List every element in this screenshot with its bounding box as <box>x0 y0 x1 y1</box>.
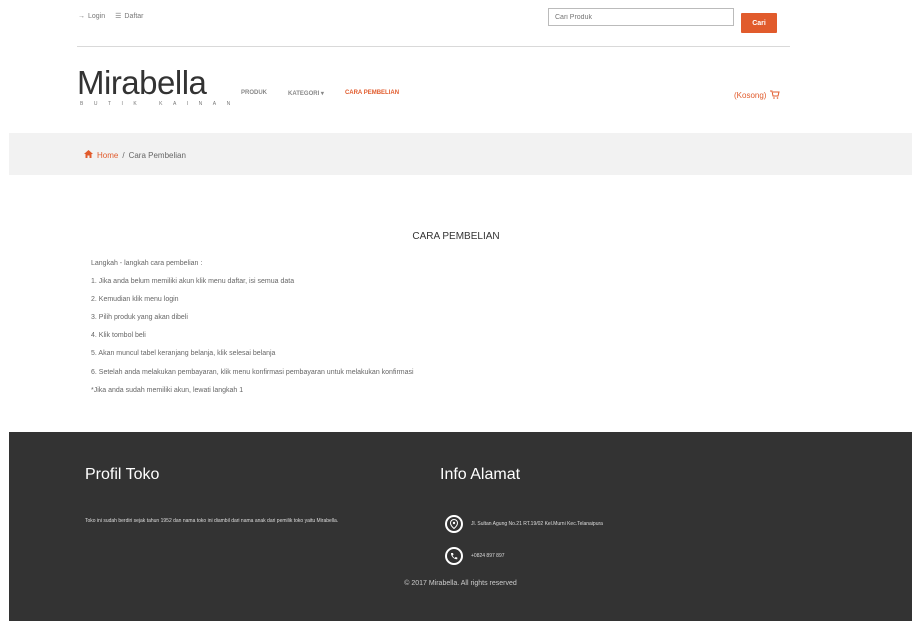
site-logo[interactable]: Mirabella <box>77 66 207 99</box>
step-item: 3. Pilih produk yang akan dibeli <box>91 314 188 322</box>
profil-title: Profil Toko <box>85 466 160 483</box>
alamat-title: Info Alamat <box>440 466 521 483</box>
search-input[interactable] <box>548 8 734 26</box>
search-button[interactable]: Cari <box>741 13 777 33</box>
main-nav: PRODUK KATEGORI ▾ CARA PEMBELIAN <box>241 90 399 97</box>
profil-description: Toko ini sudah berdiri sejak tahun 1952 … <box>85 518 339 524</box>
breadcrumb-home[interactable]: Home <box>97 151 118 160</box>
login-label: Login <box>88 12 106 20</box>
location-icon <box>445 515 463 533</box>
nav-cara-pembelian[interactable]: CARA PEMBELIAN <box>345 90 399 97</box>
cart-label: (Kosong) <box>734 91 767 100</box>
copyright: © 2017 Mirabella. All rights reserved <box>404 580 517 587</box>
register-icon: ☰ <box>115 13 122 20</box>
step-item: 6. Setelah anda melakukan pembayaran, kl… <box>91 368 414 376</box>
daftar-label: Daftar <box>124 12 144 20</box>
step-item: 4. Klik tombol beli <box>91 332 146 340</box>
login-link[interactable]: → Login <box>78 12 105 20</box>
step-item: 2. Kemudian klik menu login <box>91 296 179 304</box>
logo-tagline: BUTIK KAINAN <box>80 101 241 107</box>
steps-intro: Langkah - langkah cara pembelian : <box>91 260 203 267</box>
cart-icon <box>770 90 781 101</box>
phone-row: +0824 897 897 <box>445 547 505 565</box>
footer: Profil Toko Toko ini sudah berdiri sejak… <box>9 432 912 621</box>
address-text: Jl. Sultan Agung No.21 RT.19/02 Kel.Murn… <box>471 521 603 527</box>
phone-icon <box>445 547 463 565</box>
top-divider <box>77 46 790 47</box>
login-icon: → <box>78 12 85 20</box>
step-item: 1. Jika anda belum memiliki akun klik me… <box>91 278 295 286</box>
daftar-link[interactable]: ☰ Daftar <box>115 12 144 21</box>
breadcrumb-separator: / <box>122 150 125 160</box>
nav-kategori[interactable]: KATEGORI ▾ <box>288 90 324 97</box>
address-row: Jl. Sultan Agung No.21 RT.19/02 Kel.Murn… <box>445 515 603 533</box>
breadcrumb-current: Cara Pembelian <box>128 150 186 160</box>
page-title: CARA PEMBELIAN <box>412 231 500 242</box>
steps-list: Langkah - langkah cara pembelian : 1. Ji… <box>91 258 414 403</box>
nav-produk[interactable]: PRODUK <box>241 90 267 97</box>
step-item: 5. Akan muncul tabel keranjang belanja, … <box>91 350 276 358</box>
step-note: *Jika anda sudah memiliki akun, lewati l… <box>91 386 244 394</box>
chevron-down-icon: ▾ <box>320 91 324 97</box>
cart-link[interactable]: (Kosong) <box>734 90 781 101</box>
phone-text: +0824 897 897 <box>471 553 505 559</box>
breadcrumb: Home / Cara Pembelian <box>84 150 186 160</box>
home-icon <box>84 150 93 160</box>
top-links: → Login ☰ Daftar <box>78 12 144 21</box>
top-bar: → Login ☰ Daftar Cari <box>0 0 912 46</box>
